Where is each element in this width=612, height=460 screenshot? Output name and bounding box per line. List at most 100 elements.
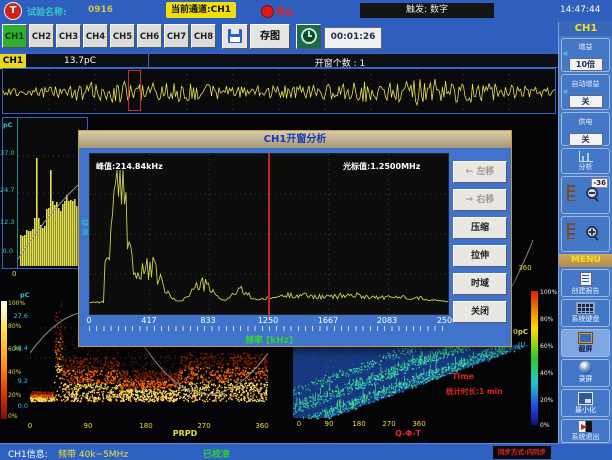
left-y-tick: 37.0 (0, 149, 13, 157)
minimize-icon (578, 392, 593, 405)
compress-button[interactable]: 压缩 (453, 217, 507, 239)
record-label: 录屏 (562, 374, 609, 384)
qpt-duration-label: 统计时长:1 min (446, 386, 503, 397)
waveform-header: CH1 13.7pC 开窗个数 : 1 (0, 53, 558, 68)
qpt-time-label: Time (452, 372, 474, 381)
popup-tick-ruler (89, 326, 449, 331)
time-domain-button[interactable]: 时域 (453, 273, 507, 295)
popup-title-bar[interactable]: CH1开窗分析 (79, 131, 511, 148)
popup-x-tick: 1250 (253, 316, 283, 325)
scale-icon (567, 185, 575, 201)
prpd-y-tick: 9.2 (12, 377, 28, 385)
screenshot-icon (578, 332, 593, 344)
mid-right-x-end: 360 (515, 264, 535, 272)
calibration-status: 已校准 (203, 447, 230, 460)
prpd-y-tick: 27.6 (12, 312, 28, 320)
qpt-x-tick: 0 (289, 420, 309, 428)
gain-value: 10倍 (569, 58, 603, 71)
channel-button-ch8[interactable]: CH8 (191, 24, 216, 48)
zoom-in-button[interactable] (561, 216, 610, 252)
peak-readout: 峰值:214.84kHz (96, 161, 163, 172)
close-button[interactable]: 关闭 (453, 301, 507, 323)
screen-record-button[interactable]: 录屏 (561, 359, 610, 387)
analysis-label: 分析 (562, 162, 609, 172)
header-divider (148, 54, 149, 69)
channel-button-ch4[interactable]: CH4 (83, 24, 108, 48)
create-report-button[interactable]: 创建报告 (561, 269, 610, 297)
exit-icon (579, 421, 592, 432)
channel-button-ch1[interactable]: CH1 (2, 24, 27, 48)
system-keyboard-button[interactable]: 系统键盘 (561, 299, 610, 327)
system-exit-button[interactable]: 系统退出 (561, 419, 610, 443)
stretch-button[interactable]: 拉伸 (453, 245, 507, 267)
zoom-in-icon (586, 226, 599, 239)
qpt-canvas (291, 342, 536, 426)
qpt-x-tick: 180 (349, 420, 369, 428)
amplitude-readout: 13.7pC (45, 56, 115, 66)
analysis-icon (579, 151, 593, 162)
prpd-colorbar-label: 40% (8, 369, 21, 376)
prpd-colorbar-label: 20% (8, 392, 21, 399)
popup-x-tick: 1667 (313, 316, 343, 325)
left-y-tick: 24.7 (0, 186, 13, 194)
collapse-arrow-icon: « (563, 87, 568, 96)
left-spectrum-panel (2, 117, 88, 269)
sidebar-channel-tab[interactable]: CH1 (559, 22, 612, 36)
screenshot-button[interactable]: 截屏 (561, 329, 610, 357)
status-text: 停止 (276, 5, 294, 18)
top-bar: T 试验名称: 0916 当前通道:CH1 停止 触发: 数字 14:47:44 (0, 0, 612, 22)
app-screen: T 试验名称: 0916 当前通道:CH1 停止 触发: 数字 14:47:44… (0, 0, 612, 460)
left-spectrum-canvas (18, 119, 87, 273)
move-left-button[interactable]: ← 左移 (453, 161, 507, 183)
channel-button-ch2[interactable]: CH2 (29, 24, 54, 48)
status-bar: CH1信息: 频带 40k~5MHz 已校准 同步方式:内同步 (0, 443, 612, 460)
qpt-x-tick: 90 (319, 420, 339, 428)
window-cursor[interactable] (128, 70, 141, 111)
auto-gain-button[interactable]: « 自动增益 关 (561, 74, 610, 110)
waveform-canvas (3, 69, 555, 117)
channel-button-ch5[interactable]: CH5 (110, 24, 135, 48)
prpd-colorbar-label: 100% (8, 300, 25, 307)
cursor-readout: 光标值:1.2500MHz (343, 161, 420, 172)
auto-gain-value: 关 (569, 95, 603, 108)
keyboard-icon (576, 302, 595, 314)
channel-button-ch3[interactable]: CH3 (56, 24, 81, 48)
qpt-zero-label: 0pC (513, 328, 528, 336)
minimize-button[interactable]: 最小化 (561, 389, 610, 417)
gain-button[interactable]: « 增益 10倍 (561, 38, 610, 72)
timer-icon-button[interactable] (296, 24, 321, 49)
floppy-disk-icon (228, 29, 242, 43)
prpd-unit: pC (20, 291, 29, 299)
prpd-colorbar-label: 0% (8, 413, 18, 420)
qpt-x-tick: 270 (379, 420, 399, 428)
left-y-tick: 0.0 (0, 247, 13, 255)
spectrum-cursor-line[interactable] (268, 153, 270, 315)
record-icon (579, 361, 592, 374)
trigger-display: 触发: 数字 (360, 3, 494, 18)
qpt-x-tick: 360 (409, 420, 429, 428)
prpd-y-tick: 18.4 (12, 344, 28, 352)
channel-button-ch7[interactable]: CH7 (164, 24, 189, 48)
prpd-y-tick: 0.0 (12, 402, 28, 410)
screenshot-label: 截屏 (562, 344, 609, 354)
band-label: 频带 40k~5MHz (58, 447, 128, 460)
power-label: 供电 (562, 117, 609, 127)
move-right-button[interactable]: → 右移 (453, 189, 507, 211)
exit-label: 系统退出 (562, 432, 609, 442)
timer-display: 00:01:26 (324, 27, 382, 49)
status-dot-icon (261, 5, 274, 18)
prpd-colorbar (1, 301, 7, 419)
channel-button-ch6[interactable]: CH6 (137, 24, 162, 48)
prpd-colorbar-label: 80% (8, 323, 21, 330)
power-supply-button[interactable]: 供电 关 (561, 112, 610, 146)
popup-x-tick: 2083 (372, 316, 402, 325)
save-image-button[interactable]: 存图 (250, 24, 290, 49)
popup-x-tick: 417 (134, 316, 164, 325)
app-logo-icon: T (4, 2, 22, 20)
left-spectrum-axis (17, 118, 18, 268)
analysis-button[interactable]: 分析 (561, 148, 610, 174)
qpt-x-label: Q-Φ-T (384, 429, 432, 438)
prpd-x-label: PRPD (165, 429, 205, 438)
zoom-out-button[interactable]: -36 (561, 176, 610, 214)
save-image-icon-button[interactable] (222, 24, 248, 49)
